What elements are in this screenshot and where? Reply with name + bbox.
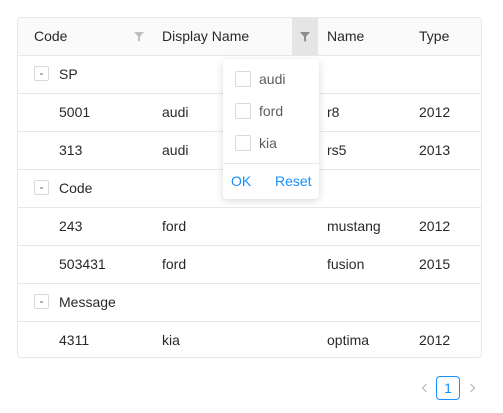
divider bbox=[223, 163, 319, 164]
table-row[interactable]: 4311 kia optima 2012 bbox=[18, 322, 481, 357]
filter-option-ford[interactable]: ford bbox=[223, 95, 319, 127]
table-row[interactable]: 243 ford mustang 2012 bbox=[18, 208, 481, 246]
group-label: Message bbox=[59, 294, 116, 310]
cell-name: mustang bbox=[327, 218, 381, 234]
filter-option-kia[interactable]: kia bbox=[223, 127, 319, 159]
group-row-message: - Message bbox=[18, 284, 481, 322]
cell-display-name: kia bbox=[162, 332, 180, 348]
checkbox[interactable] bbox=[235, 71, 251, 87]
cell-type: 2012 bbox=[419, 104, 451, 120]
checkbox[interactable] bbox=[235, 135, 251, 151]
cell-name: optima bbox=[327, 332, 370, 348]
code-filter-button[interactable] bbox=[126, 18, 152, 55]
filter-icon bbox=[134, 31, 144, 42]
cell-code: 4311 bbox=[59, 332, 90, 348]
chevron-left-icon bbox=[421, 383, 427, 393]
column-header-code[interactable]: Code bbox=[34, 18, 67, 55]
filter-icon bbox=[300, 31, 310, 42]
cell-display-name: ford bbox=[162, 218, 187, 234]
filter-option-label: kia bbox=[259, 135, 277, 151]
collapse-toggle-button[interactable]: - bbox=[34, 66, 49, 81]
cell-code: 313 bbox=[59, 142, 83, 158]
filter-option-audi[interactable]: audi bbox=[223, 63, 319, 95]
cell-type: 2013 bbox=[419, 142, 451, 158]
display-name-filter-dropdown: audi ford kia OK Reset bbox=[223, 59, 319, 199]
pagination-page-1[interactable]: 1 bbox=[436, 376, 460, 400]
collapse-toggle-button[interactable]: - bbox=[34, 180, 49, 195]
cell-name: r8 bbox=[327, 104, 340, 120]
cell-display-name: audi bbox=[162, 142, 189, 158]
cell-code: 243 bbox=[59, 218, 83, 234]
cell-name: rs5 bbox=[327, 142, 347, 158]
table-header: Code Display Name Name Type bbox=[18, 18, 481, 56]
collapse-toggle-button[interactable]: - bbox=[34, 294, 49, 309]
group-label: Code bbox=[59, 180, 93, 196]
filter-reset-button[interactable]: Reset bbox=[275, 165, 312, 197]
column-header-display-name[interactable]: Display Name bbox=[162, 18, 249, 55]
cell-code: 503431 bbox=[59, 256, 106, 272]
cell-name: fusion bbox=[327, 256, 365, 272]
cell-display-name: ford bbox=[162, 256, 187, 272]
filter-option-label: audi bbox=[259, 71, 286, 87]
cell-type: 2012 bbox=[419, 218, 451, 234]
cell-display-name: audi bbox=[162, 104, 189, 120]
column-header-name[interactable]: Name bbox=[327, 18, 364, 55]
chevron-right-icon bbox=[469, 383, 475, 393]
cell-type: 2012 bbox=[419, 332, 451, 348]
filter-option-label: ford bbox=[259, 103, 284, 119]
checkbox[interactable] bbox=[235, 103, 251, 119]
group-label: SP bbox=[59, 66, 78, 82]
display-name-filter-button[interactable] bbox=[292, 18, 318, 55]
cell-code: 5001 bbox=[59, 104, 91, 120]
pagination-next-button[interactable] bbox=[465, 376, 479, 400]
filter-ok-button[interactable]: OK bbox=[231, 165, 251, 197]
table-row[interactable]: 503431 ford fusion 2015 bbox=[18, 246, 481, 284]
pagination-prev-button[interactable] bbox=[417, 376, 431, 400]
cell-type: 2015 bbox=[419, 256, 451, 272]
column-header-type[interactable]: Type bbox=[419, 18, 449, 55]
